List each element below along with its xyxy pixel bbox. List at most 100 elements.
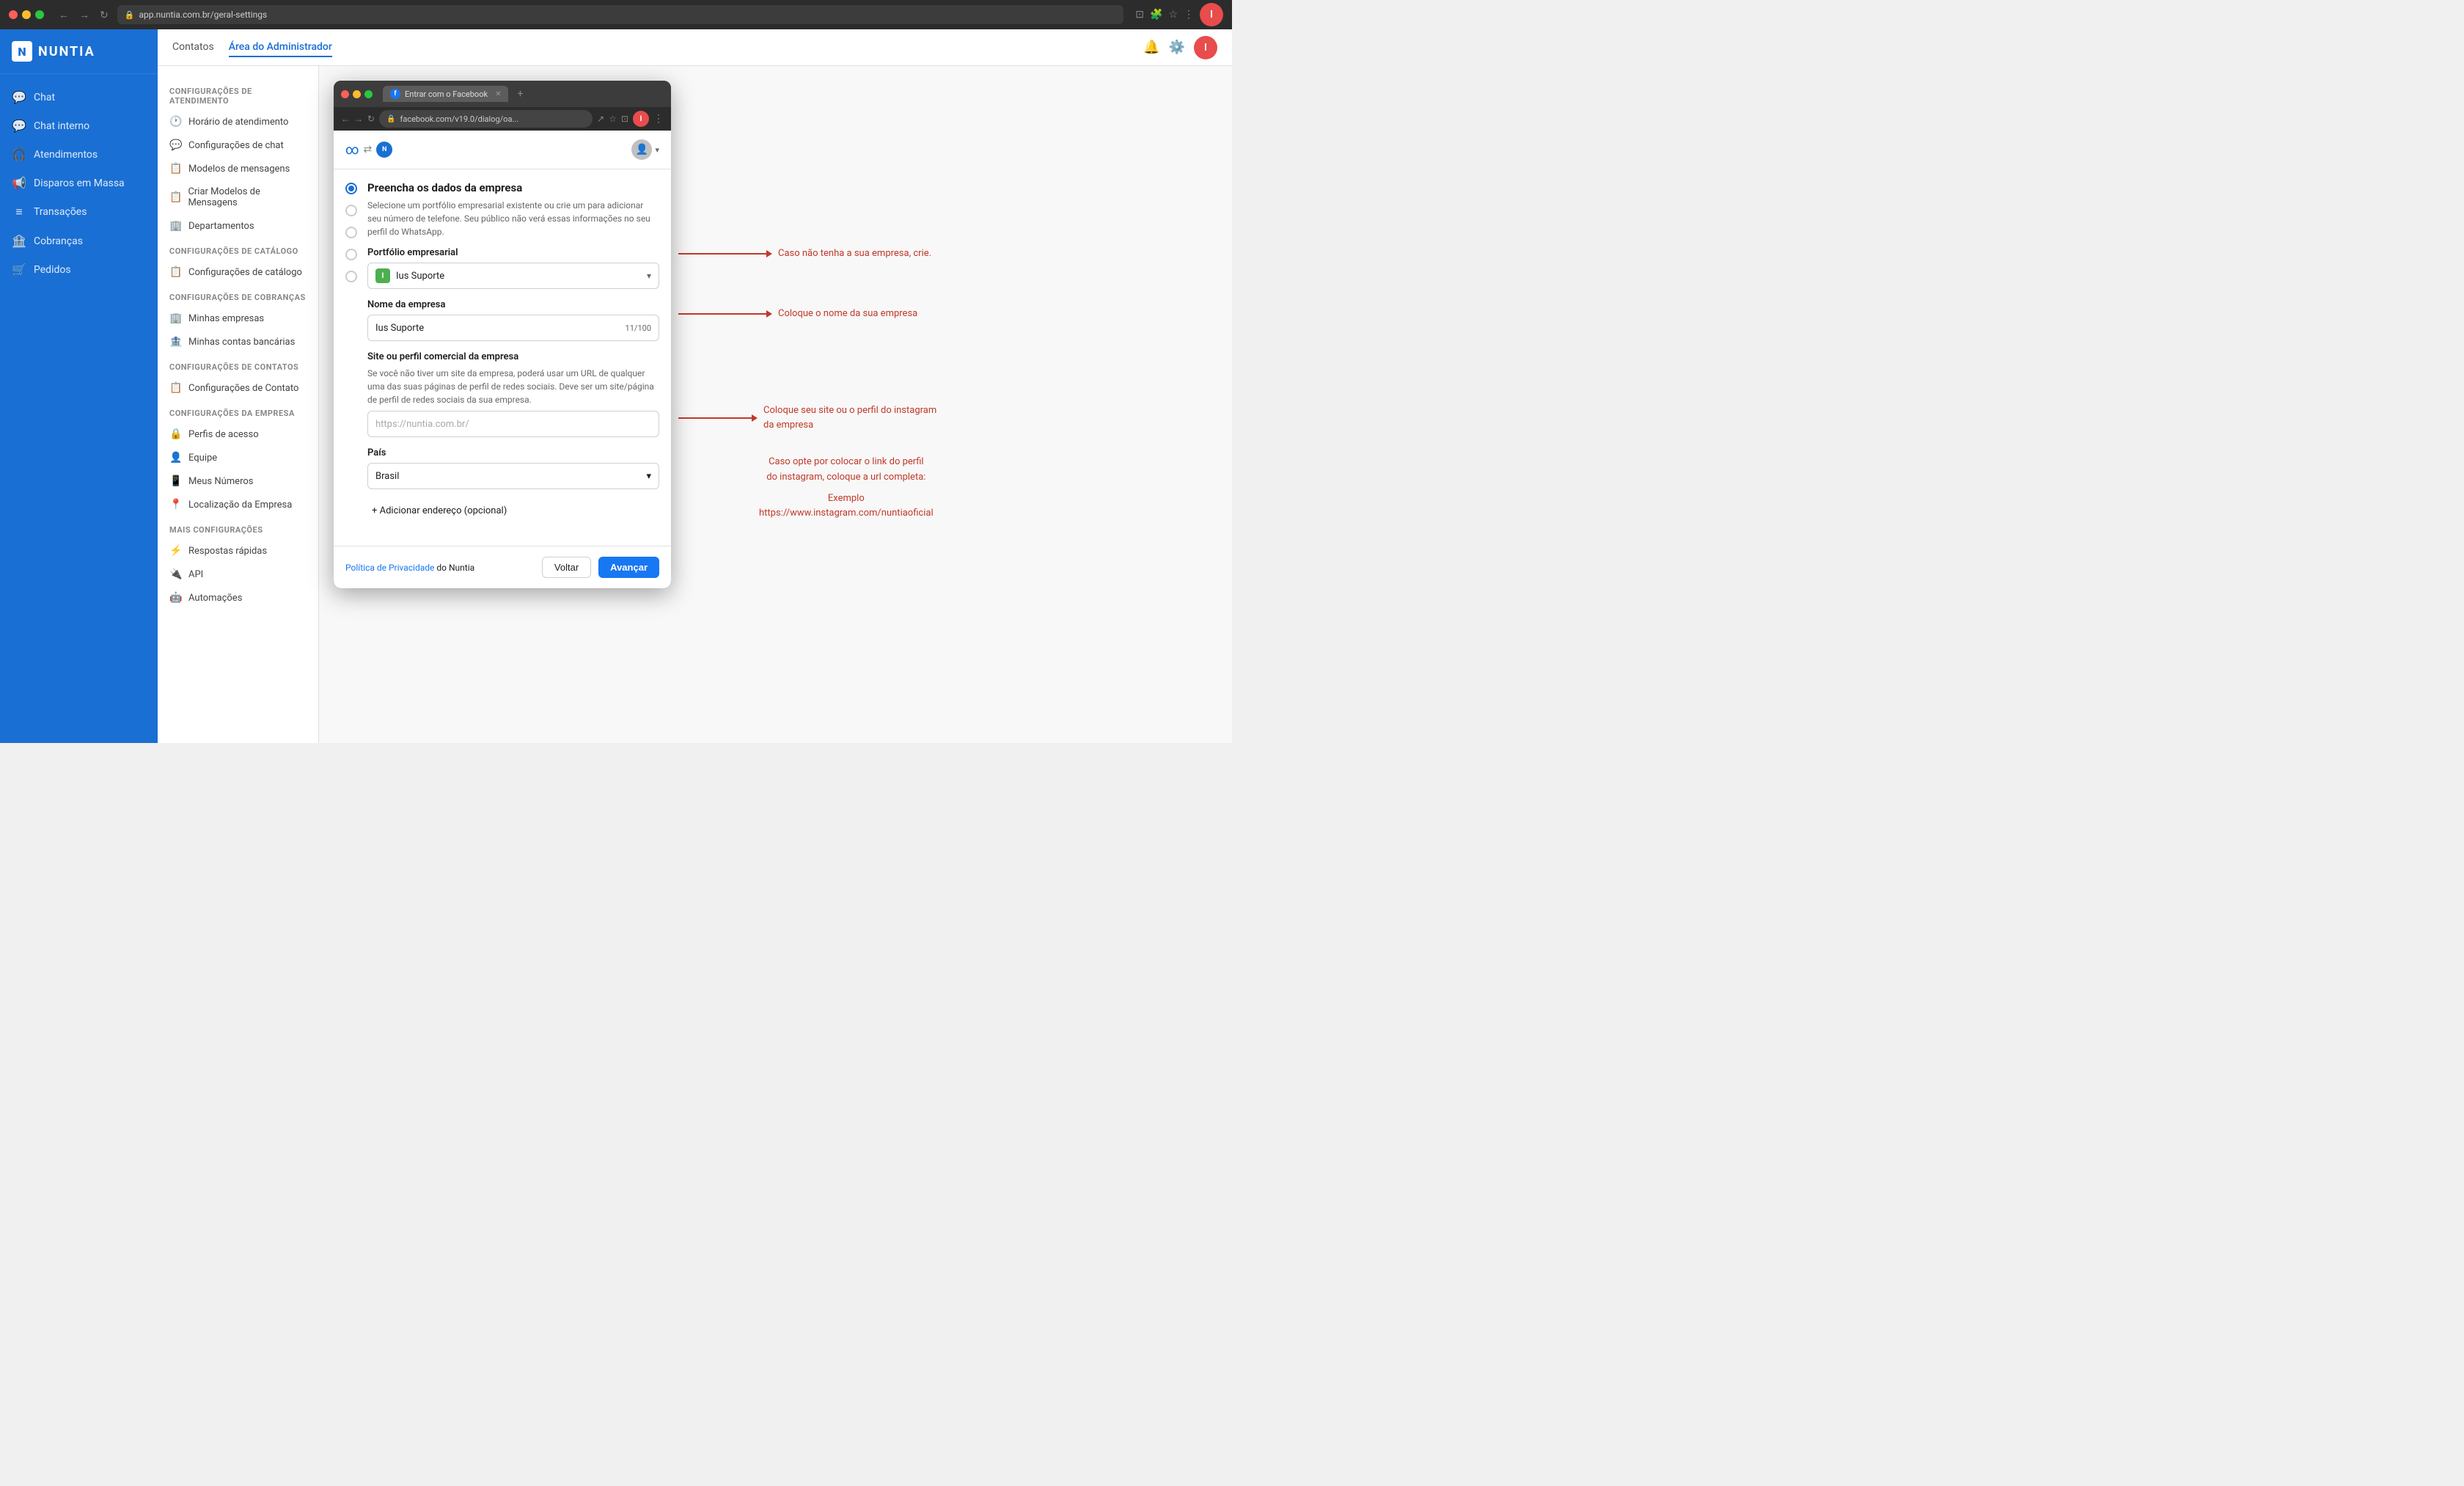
minimize-button[interactable] <box>22 10 31 19</box>
sidebar-item-cobrancas[interactable]: 🏦 Cobranças <box>0 227 158 255</box>
section-title-empresa: CONFIGURAÇÕES DA EMPRESA <box>158 400 318 422</box>
annotation-text-4a: Caso opte por colocar o link do perfil <box>759 455 934 470</box>
site-description: Se você não tiver um site da empresa, po… <box>367 367 659 406</box>
fb-tab-icon: f <box>390 89 400 99</box>
settings-numeros[interactable]: 📱 Meus Números <box>158 469 318 493</box>
settings-chat-config[interactable]: 💬 Configurações de chat <box>158 133 318 157</box>
footer-buttons: Voltar Avançar <box>542 557 659 578</box>
cast-icon: ⊡ <box>1135 9 1144 21</box>
fb-account-avatar: 👤 <box>631 139 652 160</box>
reload-button[interactable]: ↻ <box>97 7 111 23</box>
annotation-4: Caso opte por colocar o link do perfil d… <box>759 455 934 521</box>
settings-automacoes[interactable]: 🤖 Automações <box>158 586 318 610</box>
notifications-button[interactable]: 🔔 <box>1143 40 1159 55</box>
fb-minimize-btn[interactable] <box>353 90 361 98</box>
add-address-button[interactable]: + Adicionar endereço (opcional) <box>367 499 659 522</box>
fb-dialog[interactable]: f Entrar com o Facebook ✕ + ← → ↻ 🔒 <box>334 81 671 588</box>
forward-button[interactable]: → <box>76 7 92 22</box>
user-avatar-topbar[interactable]: I <box>1194 36 1217 59</box>
country-select[interactable]: Brasil ▾ <box>367 463 659 489</box>
arrow-line-1 <box>678 253 766 255</box>
app-container: N NUNTIA 💬 Chat 💬 Chat interno 🎧 Atendim… <box>0 29 1232 743</box>
sidebar-nav: 💬 Chat 💬 Chat interno 🎧 Atendimentos 📢 D… <box>0 74 158 743</box>
fb-header-icons: ∞ ⇄ N <box>345 142 392 158</box>
section-title-cobrancas: CONFIGURAÇÕES DE COBRANÇAS <box>158 284 318 307</box>
form-main-content: Preencha os dados da empresa Selecione u… <box>367 181 659 522</box>
radio-step-1[interactable] <box>345 183 357 194</box>
sidebar-item-label: Atendimentos <box>34 149 98 161</box>
annotation-text-4b: do instagram, coloque a url completa: <box>759 470 934 486</box>
settings-config-contato[interactable]: 📋 Configurações de Contato <box>158 376 318 400</box>
radio-step-2[interactable] <box>345 205 357 216</box>
portfolio-value-text: Ius Suporte <box>396 271 444 282</box>
logo-icon: N <box>12 41 32 62</box>
maximize-button[interactable] <box>35 10 44 19</box>
bookmark-icon[interactable]: ☆ <box>1168 9 1178 21</box>
portfolio-select[interactable]: I Ius Suporte ▾ <box>367 263 659 289</box>
settings-localizacao[interactable]: 📍 Localização da Empresa <box>158 493 318 516</box>
settings-equipe[interactable]: 👤 Equipe <box>158 446 318 469</box>
sidebar-item-disparos[interactable]: 📢 Disparos em Massa <box>0 169 158 197</box>
settings-api[interactable]: 🔌 API <box>158 563 318 586</box>
disparos-icon: 📢 <box>12 176 26 190</box>
next-button-fb[interactable]: Avançar <box>598 557 659 578</box>
settings-horario[interactable]: 🕐 Horário de atendimento <box>158 110 318 133</box>
close-button[interactable] <box>9 10 18 19</box>
atendimentos-icon: 🎧 <box>12 147 26 161</box>
radio-step-5[interactable] <box>345 271 357 282</box>
site-url-input[interactable]: https://nuntia.com.br/ <box>367 411 659 437</box>
privacy-link[interactable]: Política de Privacidade do Nuntia <box>345 563 474 573</box>
fb-lock-icon: 🔒 <box>386 115 395 123</box>
fb-tab[interactable]: f Entrar com o Facebook ✕ <box>383 86 508 102</box>
numeros-icon: 📱 <box>169 475 183 487</box>
url-text: app.nuntia.com.br/geral-settings <box>139 10 267 20</box>
settings-criar-modelos[interactable]: 📋 Criar Modelos de Mensagens <box>158 180 318 214</box>
fb-reload-btn[interactable]: ↻ <box>367 114 375 124</box>
sidebar-item-chat[interactable]: 💬 Chat <box>0 83 158 111</box>
site-placeholder: https://nuntia.com.br/ <box>375 419 469 430</box>
tab-area-admin[interactable]: Área do Administrador <box>229 38 332 57</box>
settings-button[interactable]: ⚙️ <box>1169 40 1185 55</box>
user-avatar[interactable]: I <box>1200 3 1223 26</box>
back-button-fb[interactable]: Voltar <box>542 557 591 578</box>
fb-close-btn[interactable] <box>341 90 349 98</box>
back-button[interactable]: ← <box>56 7 72 22</box>
annotation-text-4d: https://www.instagram.com/nuntiaoficial <box>759 506 934 521</box>
settings-departamentos[interactable]: 🏢 Departamentos <box>158 214 318 238</box>
fb-new-tab[interactable]: + <box>517 88 523 100</box>
settings-respostas[interactable]: ⚡ Respostas rápidas <box>158 539 318 563</box>
fb-forward-btn[interactable]: → <box>354 114 363 124</box>
company-name-input[interactable]: Ius Suporte 11/100 <box>367 315 659 341</box>
fb-header: ∞ ⇄ N 👤 ▾ <box>334 131 671 169</box>
fb-url-box[interactable]: 🔒 facebook.com/v19.0/dialog/oa... <box>379 110 593 128</box>
sidebar-item-pedidos[interactable]: 🛒 Pedidos <box>0 255 158 284</box>
steps-radio <box>345 181 357 282</box>
form-description: Selecione um portfólio empresarial exist… <box>367 199 659 238</box>
sidebar-item-chat-interno[interactable]: 💬 Chat interno <box>0 111 158 140</box>
settings-catalogo[interactable]: 📋 Configurações de catálogo <box>158 260 318 284</box>
radio-step-4[interactable] <box>345 249 357 260</box>
sidebar-item-transacoes[interactable]: ≡ Transações <box>0 197 158 227</box>
radio-step-3[interactable] <box>345 227 357 238</box>
settings-empresas[interactable]: 🏢 Minhas empresas <box>158 307 318 330</box>
address-bar[interactable]: 🔒 app.nuntia.com.br/geral-settings <box>117 5 1124 24</box>
settings-perfis[interactable]: 🔒 Perfis de acesso <box>158 422 318 446</box>
arrowhead-3 <box>752 414 758 422</box>
fb-address-bar: ← → ↻ 🔒 facebook.com/v19.0/dialog/oa... … <box>334 107 671 131</box>
privacy-link-text[interactable]: Política de Privacidade <box>345 563 434 573</box>
sidebar-item-atendimentos[interactable]: 🎧 Atendimentos <box>0 140 158 169</box>
settings-contas[interactable]: 🏦 Minhas contas bancárias <box>158 330 318 354</box>
menu-icon[interactable]: ⋮ <box>1184 9 1194 21</box>
tab-contatos[interactable]: Contatos <box>172 38 214 57</box>
fb-tab-label: Entrar com o Facebook <box>405 89 488 99</box>
chevron-down-icon: ▾ <box>647 271 651 281</box>
fb-more-btn[interactable]: ⋮ <box>653 113 664 125</box>
settings-panel: CONFIGURAÇÕES DE ATENDIMENTO 🕐 Horário d… <box>158 66 319 743</box>
fb-maximize-btn[interactable] <box>364 90 373 98</box>
fb-tab-close[interactable]: ✕ <box>495 90 501 98</box>
fb-back-btn[interactable]: ← <box>341 114 350 124</box>
settings-modelos[interactable]: 📋 Modelos de mensagens <box>158 157 318 180</box>
bookmark-icon-fb[interactable]: ☆ <box>609 114 617 124</box>
empresas-icon: 🏢 <box>169 312 183 324</box>
fb-footer: Política de Privacidade do Nuntia Voltar… <box>334 546 671 588</box>
